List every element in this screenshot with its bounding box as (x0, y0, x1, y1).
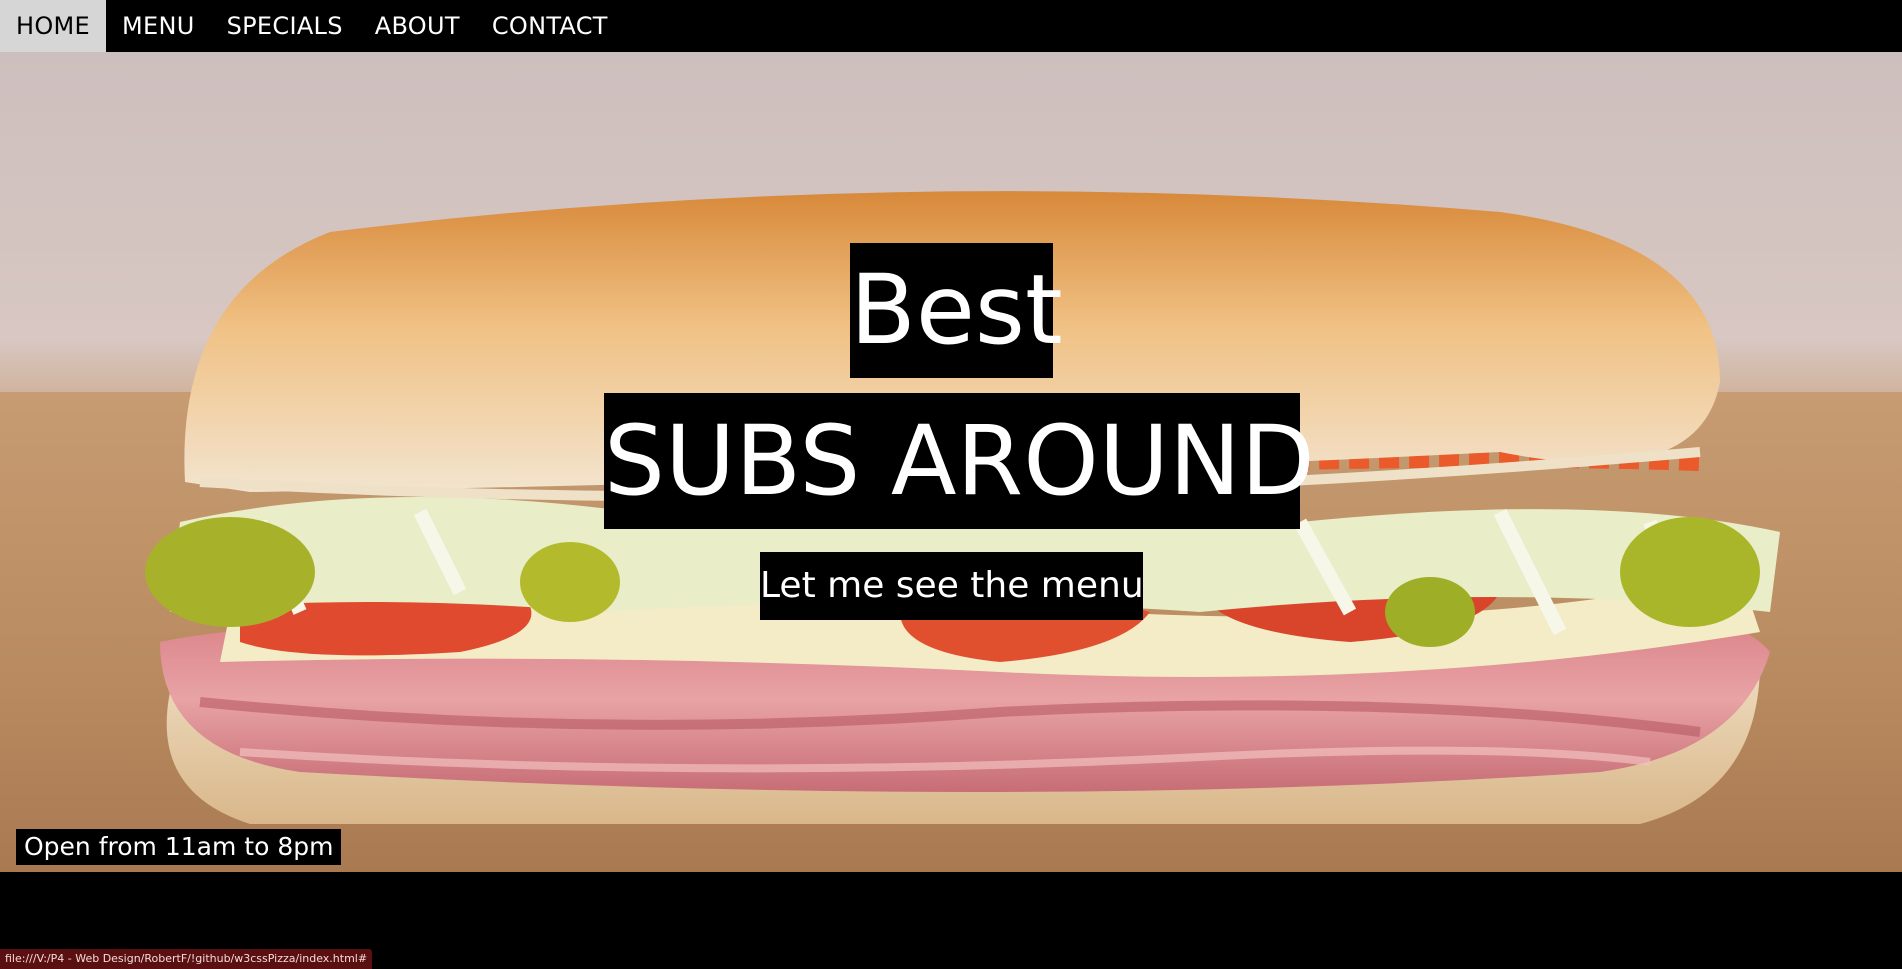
nav-about-link[interactable]: ABOUT (359, 0, 476, 52)
nav-contact-link[interactable]: CONTACT (476, 0, 624, 52)
browser-status-url: file:///V:/P4 - Web Design/RobertF/!gith… (0, 949, 373, 969)
top-navbar: HOME MENU SPECIALS ABOUT CONTACT (0, 0, 1902, 52)
headline-subs-around: SUBS AROUND (604, 393, 1315, 529)
nav-home-link[interactable]: HOME (0, 0, 107, 52)
see-menu-button[interactable]: Let me see the menu (760, 552, 1144, 620)
nav-specials-link[interactable]: SPECIALS (211, 0, 359, 52)
hero-section: Best SUBS AROUND Let me see the menu Ope… (0, 52, 1902, 872)
opening-hours-label: Open from 11am to 8pm (16, 829, 342, 865)
nav-menu-link[interactable]: MENU (106, 0, 211, 52)
headline-best: Best (850, 243, 1063, 378)
